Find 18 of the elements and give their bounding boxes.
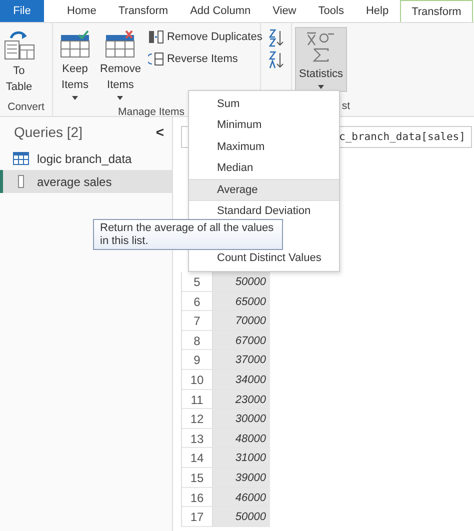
table-cell: 46000 — [213, 488, 270, 506]
table-cell: 50000 — [213, 272, 270, 291]
table-cell: 39000 — [213, 468, 270, 487]
table-cell: 23000 — [213, 390, 270, 408]
table-cell: 70000 — [213, 311, 270, 330]
group-label: Manage Items — [118, 105, 185, 120]
table-cell: 50000 — [213, 507, 270, 526]
table-cell: 34000 — [213, 370, 270, 389]
table-cell: 65000 — [213, 292, 270, 310]
table-cell: 37000 — [213, 350, 270, 369]
group-label: st — [340, 99, 351, 114]
group-label: Convert — [6, 100, 46, 115]
table-cell: 31000 — [213, 448, 270, 467]
queries-title: Queries [2] — [14, 124, 82, 140]
table-cell: 48000 — [213, 428, 270, 448]
tooltip: Return the average of all the values in this list. — [93, 219, 283, 250]
table-cell: 30000 — [213, 409, 270, 428]
table-cell: 67000 — [213, 330, 270, 350]
